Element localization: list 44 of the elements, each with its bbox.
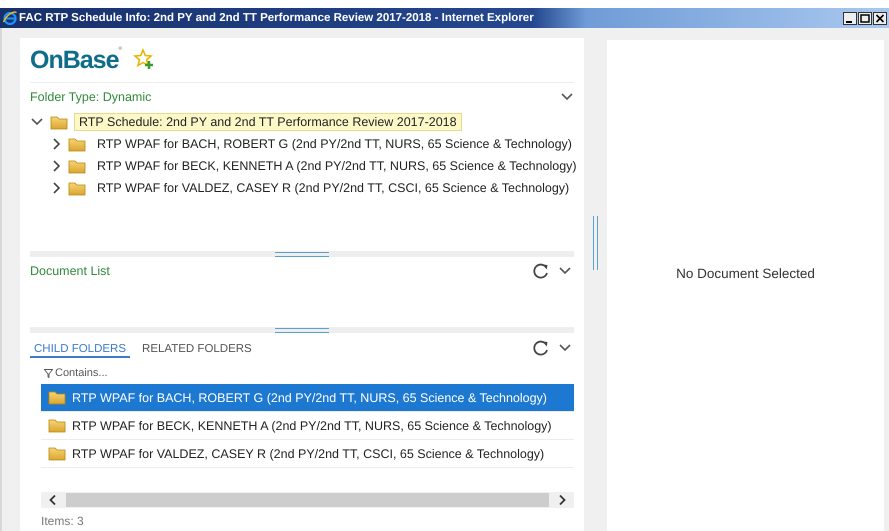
filter-icon [44,368,53,378]
chevron-down-icon[interactable] [558,266,572,276]
empty-message: No Document Selected [676,266,815,281]
refresh-icon[interactable] [532,262,550,280]
tree-item[interactable]: RTP WPAF for BACH, ROBERT G (2nd PY/2nd TT, NURS, 65 Science & Technology) [92,135,577,153]
chevron-right-icon[interactable] [52,181,62,195]
chevron-down-icon[interactable] [560,92,574,102]
maximize-icon[interactable] [858,12,872,24]
folder-icon [68,180,86,196]
chevron-right-icon[interactable] [52,159,62,173]
splitter-handle[interactable] [275,328,329,332]
minimize-icon[interactable] [843,12,857,24]
folder-icon [68,136,86,152]
panel-title: Folder Type: Dynamic [30,90,152,104]
window-title: FAC RTP Schedule Info: 2nd PY and 2nd TT Performance Review 2017-2018 - Internet Explorer [19,12,534,24]
folder-row[interactable]: RTP WPAF for BACH, ROBERT G (2nd PY/2nd TT, NURS, 65 Science & Technology) [41,384,574,412]
chevron-down-icon[interactable] [30,117,44,127]
splitter-handle[interactable] [593,216,598,270]
folder-row[interactable]: RTP WPAF for VALDEZ, CASEY R (2nd PY/2nd TT, CSCI, 65 Science & Technology) [41,440,574,468]
folder-icon [48,446,66,461]
close-icon[interactable] [873,12,887,24]
tab[interactable]: CHILD FOLDERS [30,342,130,358]
folder-icon [48,390,66,405]
folder-row[interactable]: RTP WPAF for BECK, KENNETH A (2nd PY/2nd TT, NURS, 65 Science & Technology) [41,412,574,440]
star-plus-icon[interactable] [133,48,156,70]
splitter-handle[interactable] [275,252,329,256]
panel-title: Document List [30,264,110,278]
tree-item[interactable]: RTP WPAF for BECK, KENNETH A (2nd PY/2nd TT, NURS, 65 Science & Technology) [92,157,582,175]
horizontal-scrollbar[interactable] [41,492,574,508]
onbase-logo: OnBase$^{®}$ [30,46,122,74]
chevron-right-icon[interactable] [52,137,62,151]
folder-icon [68,158,86,174]
scroll-right-icon[interactable] [557,494,567,506]
item-count: Items: 3 [41,514,85,528]
refresh-icon[interactable] [532,339,550,357]
folder-icon [48,418,66,433]
scroll-thumb[interactable] [66,493,549,507]
tree-item[interactable]: RTP Schedule: 2nd PY and 2nd TT Performance Review 2017-2018 [74,113,462,131]
scroll-left-icon[interactable] [48,494,58,506]
browser-logo-icon [3,11,17,25]
tree-item[interactable]: RTP WPAF for VALDEZ, CASEY R (2nd PY/2nd TT, CSCI, 65 Science & Technology) [92,179,574,197]
chevron-down-icon[interactable] [558,343,572,353]
tab[interactable]: RELATED FOLDERS [138,342,256,358]
folder-icon [50,114,68,130]
